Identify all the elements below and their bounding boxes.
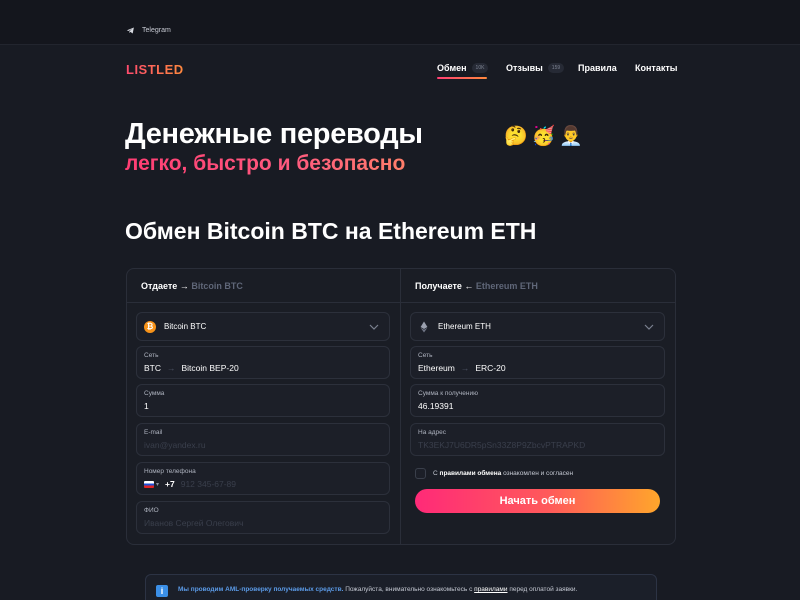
receive-currency-select[interactable]: Ethereum ETH: [410, 312, 665, 341]
hero-emojis: 🤔 🥳 👨‍💼: [504, 124, 583, 148]
give-amount-field[interactable]: Сумма 1: [136, 384, 390, 417]
receive-heading: Получаете ← Ethereum ETH: [415, 281, 538, 291]
nav-item-rules[interactable]: Правила: [578, 63, 617, 73]
aml-text: Мы проводим AML-проверку получаемых сред…: [178, 586, 344, 593]
phone-field[interactable]: Номер телефона ▾ +7 912 345-67-89: [136, 462, 390, 495]
notice-rules-link[interactable]: правилами: [474, 586, 507, 593]
agree-row: С правилами обмена ознакомлен и согласен: [415, 468, 573, 479]
phone-placeholder: 912 345-67-89: [180, 479, 237, 489]
field-label: Сумма к получению: [418, 390, 479, 397]
give-heading-currency: Bitcoin BTC: [191, 281, 243, 291]
info-icon: i: [156, 585, 168, 597]
give-heading: Отдаете → Bitcoin BTC: [141, 281, 243, 291]
nav-badge: 10K: [471, 63, 489, 73]
receive-amount-field[interactable]: Сумма к получению 46.19391: [410, 384, 665, 417]
network-to: ERC-20: [475, 363, 506, 373]
ru-flag-icon[interactable]: [144, 480, 154, 488]
field-label: E-mail: [144, 429, 163, 436]
header-divider: [127, 302, 675, 303]
start-exchange-button[interactable]: Начать обмен: [415, 489, 660, 513]
thinking-face-icon: 🤔: [504, 126, 528, 147]
column-divider: [400, 269, 401, 544]
field-label: На адрес: [418, 429, 447, 436]
party-face-icon: 🥳: [531, 126, 556, 147]
notice-text: Мы проводим AML-проверку получаемых сред…: [178, 585, 648, 595]
give-network-field[interactable]: Сеть BTC → Bitcoin BEP-20: [136, 346, 390, 379]
nav-label: Отзывы: [506, 63, 543, 73]
nav-item-contacts[interactable]: Контакты: [635, 63, 677, 73]
hero-title: Денежные переводы: [125, 118, 423, 150]
exchange-title: Обмен Bitcoin BTC на Ethereum ETH: [125, 218, 537, 244]
country-chevron-icon[interactable]: ▾: [156, 481, 159, 488]
field-label: Номер телефона: [144, 468, 196, 475]
fio-placeholder: Иванов Сергей Олегович: [144, 518, 244, 528]
agree-text: С правилами обмена ознакомлен и согласен: [433, 470, 573, 477]
phone-value: ▾ +7 912 345-67-89: [144, 479, 382, 489]
agree-suffix: ознакомлен и согласен: [503, 470, 574, 477]
logo[interactable]: LISTLED: [126, 62, 184, 77]
address-placeholder: TK3EKJ7U6DR5pSn33Z8P9ZbcvPTRAPKD: [418, 440, 586, 450]
give-currency-select[interactable]: ₿ Bitcoin BTC: [136, 312, 390, 341]
field-label: ФИО: [144, 507, 159, 514]
network-from: BTC: [144, 363, 161, 373]
field-label: Сумма: [144, 390, 165, 397]
notice-body: Пожалуйста, внимательно ознакомьтесь с: [345, 586, 473, 593]
receive-heading-text: Получаете ←: [415, 281, 474, 291]
hero-subtitle: легко, быстро и безопасно: [125, 152, 406, 175]
chevron-down-icon: [369, 324, 379, 330]
telegram-icon: [126, 27, 134, 34]
email-placeholder: ivan@yandex.ru: [144, 440, 206, 450]
network-from: Ethereum: [418, 363, 455, 373]
field-label: Сеть: [144, 352, 159, 359]
arrow-right-icon: →: [167, 363, 176, 373]
notice-tail: перед оплатой заявки.: [509, 586, 578, 593]
telegram-label: Telegram: [142, 27, 171, 34]
agree-checkbox[interactable]: [415, 468, 426, 479]
give-currency-value: Bitcoin BTC: [164, 322, 207, 331]
receive-network-value: Ethereum → ERC-20: [418, 363, 657, 373]
agree-prefix: С: [433, 470, 438, 477]
give-network-value: BTC → Bitcoin BEP-20: [144, 363, 382, 373]
rules-link[interactable]: правилами обмена: [440, 470, 502, 477]
ethereum-icon: [420, 321, 428, 332]
network-to: Bitcoin BEP-20: [181, 363, 239, 373]
email-field[interactable]: E-mail ivan@yandex.ru: [136, 423, 390, 456]
chevron-down-icon: [644, 324, 654, 330]
address-field[interactable]: На адрес TK3EKJ7U6DR5pSn33Z8P9ZbcvPTRAPK…: [410, 423, 665, 456]
receive-heading-currency: Ethereum ETH: [475, 281, 538, 291]
nav-item-reviews[interactable]: Отзывы 159: [506, 63, 565, 73]
nav-active-indicator: [437, 77, 487, 79]
receive-currency-value: Ethereum ETH: [438, 322, 491, 331]
nav-badge: 159: [547, 63, 565, 73]
nav-item-exchange[interactable]: Обмен 10K: [437, 63, 489, 73]
give-amount-value: 1: [144, 401, 149, 411]
businessman-icon: 👨‍💼: [559, 126, 584, 147]
field-label: Сеть: [418, 352, 433, 359]
nav-label: Обмен: [437, 63, 467, 73]
receive-amount-value: 46.19391: [418, 401, 454, 411]
aml-notice: i Мы проводим AML-проверку получаемых ср…: [145, 574, 657, 600]
nav-label: Правила: [578, 63, 617, 73]
nav-label: Контакты: [635, 63, 678, 73]
telegram-link[interactable]: Telegram: [126, 26, 171, 35]
phone-code: +7: [165, 479, 175, 489]
fio-field[interactable]: ФИО Иванов Сергей Олегович: [136, 501, 390, 534]
give-heading-text: Отдаете →: [141, 281, 189, 291]
arrow-right-icon: →: [460, 363, 470, 373]
receive-network-field[interactable]: Сеть Ethereum → ERC-20: [410, 346, 665, 379]
top-strip: Telegram: [0, 0, 800, 45]
bitcoin-icon: ₿: [144, 320, 156, 333]
